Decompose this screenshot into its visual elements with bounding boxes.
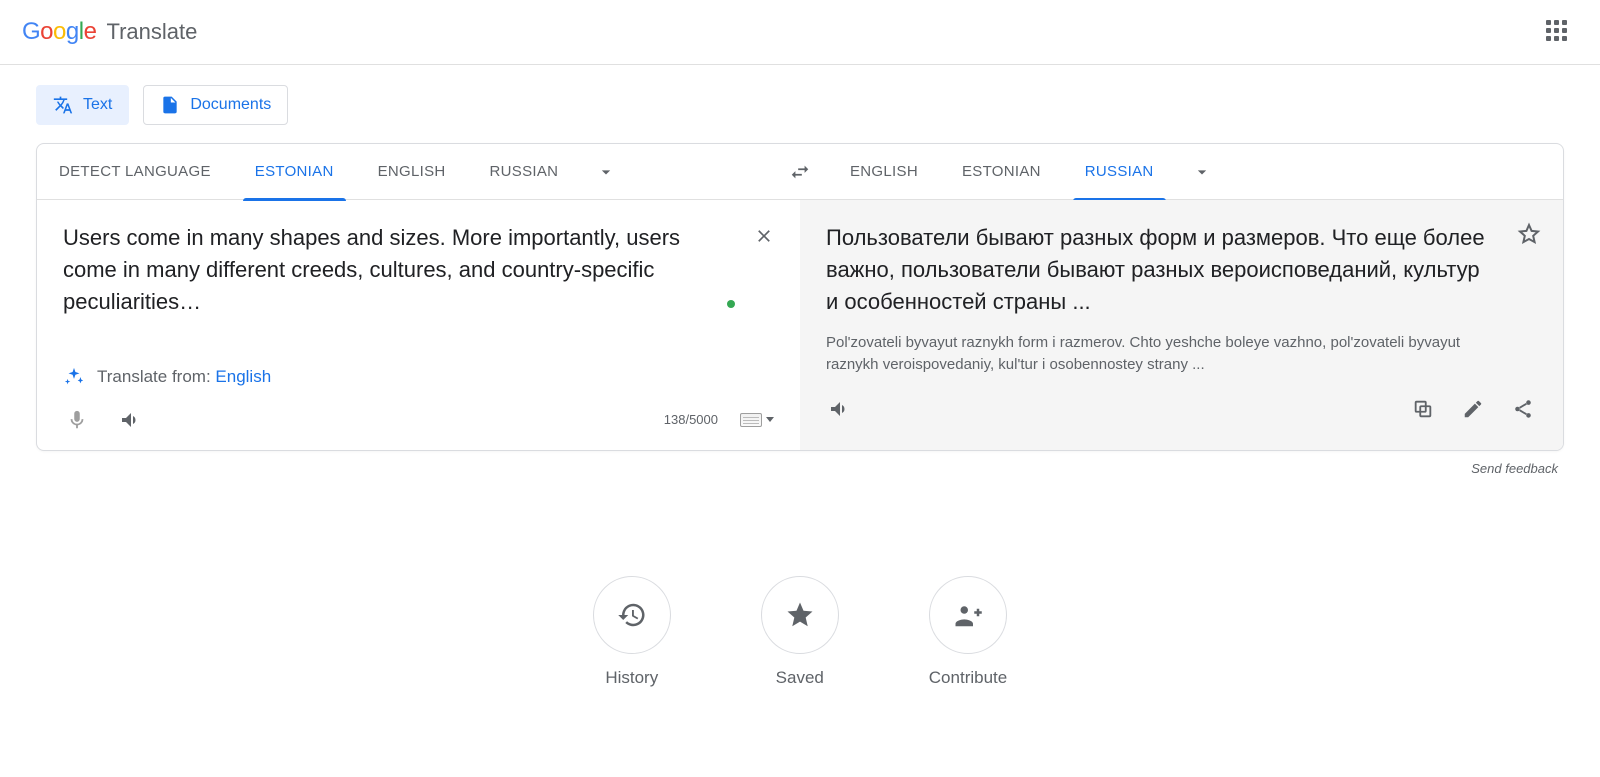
close-icon — [754, 226, 774, 246]
header: Google Translate — [0, 0, 1600, 65]
save-translation-button[interactable] — [1517, 222, 1541, 246]
contribute-button[interactable]: Contribute — [929, 576, 1007, 688]
chevron-down-icon — [766, 417, 774, 422]
target-footer — [826, 395, 1537, 423]
contribute-label: Contribute — [929, 668, 1007, 688]
mode-text-label: Text — [83, 96, 112, 114]
source-lang-detect[interactable]: DETECT LANGUAGE — [37, 144, 233, 200]
target-pane: Пользователи бывают разных форм и размер… — [800, 200, 1563, 450]
share-icon — [1512, 398, 1534, 420]
send-feedback-link[interactable]: Send feedback — [36, 451, 1564, 476]
star-icon — [785, 600, 815, 630]
history-icon — [617, 600, 647, 630]
pencil-icon — [1462, 398, 1484, 420]
char-count: 138/5000 — [664, 412, 718, 427]
source-lang-english[interactable]: ENGLISH — [356, 144, 468, 200]
edit-button[interactable] — [1459, 395, 1487, 423]
keyboard-select[interactable] — [740, 413, 774, 427]
translate-icon — [53, 95, 73, 115]
people-icon — [953, 600, 983, 630]
star-outline-icon — [1517, 222, 1541, 246]
listen-target-button[interactable] — [826, 395, 854, 423]
mic-icon — [66, 409, 88, 431]
clear-source-button[interactable] — [750, 222, 778, 250]
mode-documents-label: Documents — [190, 96, 271, 114]
source-lang-more[interactable] — [580, 162, 632, 182]
sparkle-icon — [63, 366, 85, 388]
mode-row: Text Documents — [36, 85, 1564, 125]
source-lang-half: DETECT LANGUAGE ESTONIAN ENGLISH RUSSIAN — [37, 144, 772, 199]
translate-from-link[interactable]: English — [215, 367, 271, 386]
transliteration: Pol'zovateli byvayut raznykh form i razm… — [826, 332, 1537, 377]
history-button[interactable]: History — [593, 576, 671, 688]
panes: Users come in many shapes and sizes. Mor… — [37, 200, 1563, 450]
translate-from-text: Translate from: English — [97, 367, 271, 387]
volume-icon — [119, 408, 143, 432]
volume-icon — [828, 397, 852, 421]
chevron-down-icon — [596, 162, 616, 182]
language-bar: DETECT LANGUAGE ESTONIAN ENGLISH RUSSIAN… — [37, 144, 1563, 200]
document-icon — [160, 95, 180, 115]
swap-languages-button[interactable] — [772, 144, 828, 199]
history-label: History — [605, 668, 658, 688]
mode-documents-button[interactable]: Documents — [143, 85, 288, 125]
saved-label: Saved — [776, 668, 824, 688]
copy-button[interactable] — [1409, 395, 1437, 423]
source-lang-estonian[interactable]: ESTONIAN — [233, 144, 356, 200]
target-text: Пользователи бывают разных форм и размер… — [826, 222, 1537, 318]
source-lang-russian[interactable]: RUSSIAN — [468, 144, 581, 200]
saved-button[interactable]: Saved — [761, 576, 839, 688]
share-button[interactable] — [1509, 395, 1537, 423]
bottom-actions: History Saved Contribute — [36, 576, 1564, 688]
chevron-down-icon — [1192, 162, 1212, 182]
copy-icon — [1412, 398, 1434, 420]
logo[interactable]: Google Translate — [22, 18, 197, 46]
source-footer: 138/5000 — [63, 406, 774, 434]
swap-icon — [789, 161, 811, 183]
target-lang-more[interactable] — [1176, 162, 1228, 182]
keyboard-icon — [740, 413, 762, 427]
translate-from-row: Translate from: English — [63, 366, 774, 388]
product-name: Translate — [106, 19, 197, 45]
target-lang-russian[interactable]: RUSSIAN — [1063, 144, 1176, 200]
source-pane: Users come in many shapes and sizes. Mor… — [37, 200, 800, 450]
grammar-dot-icon — [727, 300, 735, 308]
target-lang-estonian[interactable]: ESTONIAN — [940, 144, 1063, 200]
source-text-input[interactable]: Users come in many shapes and sizes. Mor… — [63, 222, 774, 318]
google-logo: Google — [22, 18, 96, 46]
listen-source-button[interactable] — [117, 406, 145, 434]
target-lang-half: ENGLISH ESTONIAN RUSSIAN — [828, 144, 1563, 199]
translate-card: DETECT LANGUAGE ESTONIAN ENGLISH RUSSIAN… — [36, 143, 1564, 451]
mic-button[interactable] — [63, 406, 91, 434]
target-lang-english[interactable]: ENGLISH — [828, 144, 940, 200]
apps-grid-icon[interactable] — [1538, 12, 1578, 52]
mode-text-button[interactable]: Text — [36, 85, 129, 125]
